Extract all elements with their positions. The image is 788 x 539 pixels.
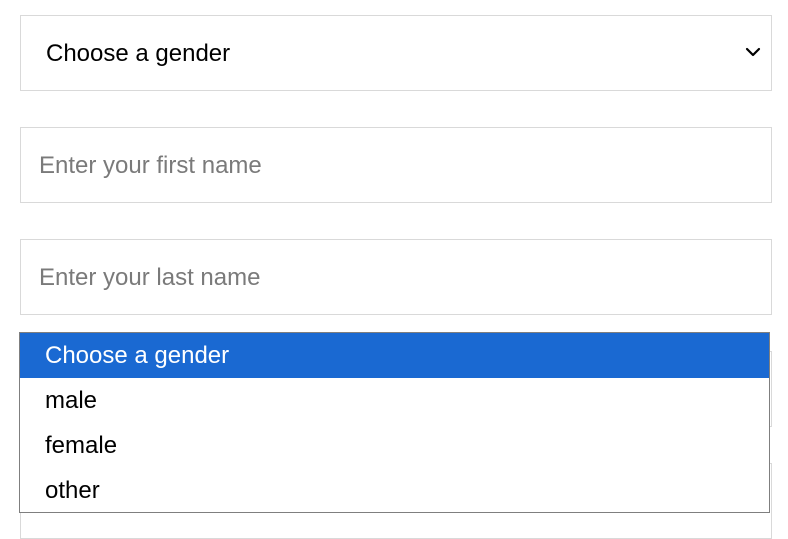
dropdown-option-other[interactable]: other [20, 468, 769, 512]
gender-select-value: Choose a gender [46, 40, 231, 67]
first-name-input[interactable]: Enter your first name [20, 127, 772, 203]
last-name-input[interactable]: Enter your last name [20, 239, 772, 315]
last-name-placeholder: Enter your last name [39, 264, 261, 291]
dropdown-option-choose[interactable]: Choose a gender [20, 333, 769, 378]
chevron-down-icon [745, 47, 761, 57]
gender-dropdown-list[interactable]: Choose a gender male female other [19, 332, 770, 513]
gender-select[interactable]: Choose a gender [20, 15, 772, 91]
dropdown-option-male[interactable]: male [20, 378, 769, 423]
dropdown-option-female[interactable]: female [20, 423, 769, 468]
first-name-placeholder: Enter your first name [39, 152, 262, 179]
